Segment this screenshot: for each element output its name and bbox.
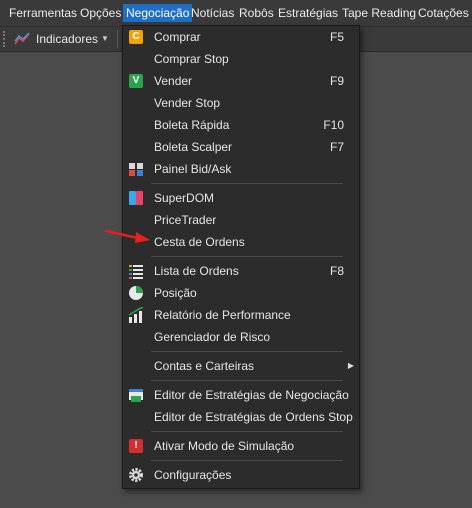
menu-item-boleta-rapida[interactable]: Boleta Rápida F10 (124, 114, 358, 136)
menu-item-configuracoes[interactable]: Configurações (124, 464, 358, 486)
buy-c-icon: C (128, 29, 144, 45)
menu-item-label: Posição (154, 286, 197, 300)
menu-ferramentas[interactable]: Ferramentas (6, 4, 80, 22)
bid-ask-icon (129, 163, 143, 176)
shortcut-label: F10 (323, 118, 344, 132)
chevron-down-icon: ▼ (101, 34, 109, 43)
annotation-arrow-icon (104, 229, 150, 243)
shortcut-label: F7 (329, 140, 344, 154)
indicators-icon (14, 32, 30, 45)
order-list-icon (129, 265, 143, 279)
menu-item-label: Boleta Scalper (154, 140, 233, 154)
shortcut-label: F8 (329, 264, 344, 278)
menu-item-comprar-stop[interactable]: Comprar Stop (124, 48, 358, 70)
toolbar-separator (117, 30, 118, 48)
menu-item-comprar[interactable]: C Comprar F5 (124, 26, 358, 48)
menu-item-label: Editor de Estratégias de Negociação (154, 388, 349, 402)
gear-icon (129, 468, 143, 482)
performance-chart-icon (128, 307, 144, 323)
menu-cotacoes[interactable]: Cotações (415, 4, 472, 22)
menu-item-label: Lista de Ordens (154, 264, 239, 278)
menu-item-label: Vender Stop (154, 96, 221, 110)
menu-separator (151, 183, 343, 184)
menu-item-pricetrader[interactable]: PriceTrader (124, 209, 358, 231)
menu-item-label: Relatório de Performance (154, 308, 291, 322)
menu-bar: Ferramentas Opções Negociação Notícias R… (0, 0, 472, 27)
menu-robos[interactable]: Robôs (236, 4, 277, 22)
menu-separator (151, 256, 343, 257)
menu-separator (151, 431, 343, 432)
menu-item-painel-bid-ask[interactable]: Painel Bid/Ask (124, 158, 358, 180)
menu-negociacao[interactable]: Negociação (123, 4, 193, 22)
menu-item-posicao[interactable]: Posição (124, 282, 358, 304)
strategy-editor-icon (129, 389, 143, 402)
menu-item-label: Ativar Modo de Simulação (154, 439, 295, 453)
menu-item-label: Comprar Stop (154, 52, 229, 66)
menu-item-vender[interactable]: V Vender F9 (124, 70, 358, 92)
menu-item-cesta-de-ordens[interactable]: Cesta de Ordens (124, 231, 358, 253)
menu-item-label: Vender (154, 74, 193, 88)
menu-separator (151, 351, 343, 352)
menu-item-label: PriceTrader (154, 213, 217, 227)
menu-item-gerenciador-de-risco[interactable]: Gerenciador de Risco (124, 326, 358, 348)
shortcut-label: F5 (329, 30, 344, 44)
menu-item-editor-estrategias-ordens-stop[interactable]: Editor de Estratégias de Ordens Stop (124, 406, 358, 428)
menu-item-label: Painel Bid/Ask (154, 162, 232, 176)
menu-item-relatorio-de-performance[interactable]: Relatório de Performance (124, 304, 358, 326)
indicators-label: Indicadores (36, 32, 99, 46)
menu-item-label: Editor de Estratégias de Ordens Stop (154, 410, 353, 424)
menu-estrategias[interactable]: Estratégias (275, 4, 341, 22)
menu-item-editor-estrategias-negociacao[interactable]: Editor de Estratégias de Negociação (124, 384, 358, 406)
menu-item-label: Comprar (154, 30, 201, 44)
menu-noticias[interactable]: Notícias (188, 4, 237, 22)
indicators-dropdown-button[interactable]: Indicadores ▼ (14, 30, 112, 48)
menu-item-contas-e-carteiras[interactable]: Contas e Carteiras ▶ (124, 355, 358, 377)
menu-item-label: Gerenciador de Risco (154, 330, 271, 344)
menu-opcoes[interactable]: Opções (77, 4, 124, 22)
menu-item-label: Contas e Carteiras (154, 359, 255, 373)
superdom-icon (129, 191, 143, 205)
menu-item-superdom[interactable]: SuperDOM (124, 187, 358, 209)
toolbar-grip[interactable] (3, 31, 7, 47)
menu-item-label: Configurações (154, 468, 232, 482)
menu-item-boleta-scalper[interactable]: Boleta Scalper F7 (124, 136, 358, 158)
menu-item-vender-stop[interactable]: Vender Stop (124, 92, 358, 114)
menu-separator (151, 460, 343, 461)
menu-item-ativar-modo-simulacao[interactable]: ! Ativar Modo de Simulação (124, 435, 358, 457)
menu-item-label: Boleta Rápida (154, 118, 230, 132)
shortcut-label: F9 (329, 74, 344, 88)
submenu-arrow-icon: ▶ (347, 361, 354, 370)
menu-tape-reading[interactable]: Tape Reading (339, 4, 419, 22)
pie-chart-icon (129, 286, 143, 300)
sell-v-icon: V (128, 73, 144, 89)
menu-separator (151, 380, 343, 381)
warning-icon: ! (128, 438, 144, 454)
menu-item-label: SuperDOM (154, 191, 215, 205)
menu-item-lista-de-ordens[interactable]: Lista de Ordens F8 (124, 260, 358, 282)
negociacao-dropdown-menu: C Comprar F5 Comprar Stop V Vender F9 Ve… (122, 25, 360, 489)
menu-item-label: Cesta de Ordens (154, 235, 245, 249)
